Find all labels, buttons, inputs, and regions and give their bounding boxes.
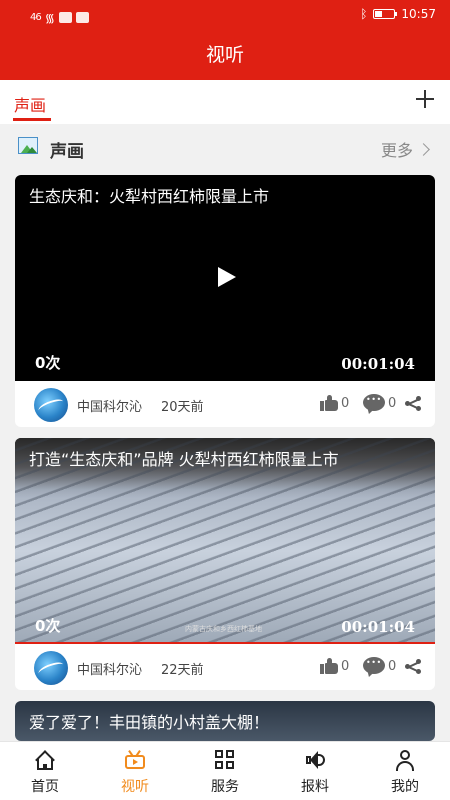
section-header: 声画 更多 [0,124,450,172]
like-count: 0 [341,659,350,674]
signal-icon: 46 [30,12,42,23]
more-link[interactable]: 更多 [380,137,430,161]
video-meta: 中国科尔沁 20天前 0 0 [15,381,435,427]
video-title: 爱了爱了！丰田镇的小村盖大棚！ [29,713,270,732]
video-card[interactable]: 生态庆和：火犁村西红柿限量上市 0次 00:01:04 中国科尔沁 20天前 0… [15,175,435,427]
like-icon[interactable] [320,658,338,674]
status-right: ᛒ 10:57 [360,7,436,21]
nav-label: 服务 [211,779,239,795]
speaker-icon [304,750,326,770]
status-bar: 46 ᯾ ᛒ 10:57 [0,0,450,30]
notification-app-icon-2 [75,12,89,23]
share-icon[interactable] [405,659,422,674]
publish-time: 20天前 [161,400,204,415]
nav-label: 视听 [121,779,149,795]
source-name: 中国科尔沁 [77,400,143,415]
page-title: 视听 [0,30,450,80]
tab-shenghua[interactable]: 声画 [14,92,46,116]
bluetooth-icon: ᛒ [360,7,368,21]
tab-active-indicator [13,118,51,121]
video-player[interactable]: 生态庆和：火犁村西红柿限量上市 0次 00:01:04 [15,175,435,381]
grid-icon [214,750,236,770]
source-avatar [34,651,68,685]
battery-icon [373,9,398,19]
channel-tab-bar: 声画 [0,80,450,124]
like-icon[interactable] [320,395,338,411]
notification-app-icon [58,12,72,23]
publish-time: 22天前 [161,663,204,678]
nav-video[interactable]: 视听 [90,742,180,800]
nav-home[interactable]: 首页 [0,742,90,800]
add-channel-icon[interactable] [414,89,436,111]
nav-label: 首页 [31,779,59,795]
nav-label: 我的 [391,779,419,795]
video-caption: 内蒙古庆和乡西红柿基地 [185,625,262,633]
video-meta: 中国科尔沁 22天前 0 0 [15,644,435,690]
clock: 10:57 [401,7,436,21]
video-player[interactable]: 爱了爱了！丰田镇的小村盖大棚！ [15,701,435,741]
like-count: 0 [341,396,350,411]
wifi-icon: ᯾ [44,11,55,25]
video-card[interactable]: 打造“生态庆和”品牌 火犁村西红柿限量上市 内蒙古庆和乡西红柿基地 0次 00:… [15,438,435,690]
comment-icon[interactable] [363,394,385,411]
nav-report[interactable]: 报料 [270,742,360,800]
source-avatar [34,388,68,422]
comment-count: 0 [388,659,397,674]
tv-icon [124,750,146,770]
video-player[interactable]: 打造“生态庆和”品牌 火犁村西红柿限量上市 内蒙古庆和乡西红柿基地 0次 00:… [15,438,435,644]
video-title: 打造“生态庆和”品牌 火犁村西红柿限量上市 [29,450,339,469]
status-left: 46 ᯾ [30,9,89,26]
view-count: 0次 [35,617,61,635]
user-icon [394,750,416,771]
play-icon[interactable] [218,267,236,287]
home-icon [34,750,56,770]
image-icon [18,137,38,154]
section-title: 声画 [50,142,84,162]
chevron-right-icon [417,142,430,156]
comment-icon[interactable] [363,657,385,674]
comment-count: 0 [388,396,397,411]
video-title: 生态庆和：火犁村西红柿限量上市 [29,187,270,206]
nav-service[interactable]: 服务 [180,742,270,800]
nav-mine[interactable]: 我的 [360,742,450,800]
video-duration: 00:01:04 [341,618,415,636]
bottom-nav: 首页 视听 服务 报料 我的 [0,741,450,800]
video-duration: 00:01:04 [341,355,415,373]
video-card[interactable]: 爱了爱了！丰田镇的小村盖大棚！ [15,701,435,741]
more-label: 更多 [380,141,413,160]
share-icon[interactable] [405,396,422,411]
nav-label: 报料 [301,779,329,795]
view-count: 0次 [35,354,61,372]
source-name: 中国科尔沁 [77,663,143,678]
